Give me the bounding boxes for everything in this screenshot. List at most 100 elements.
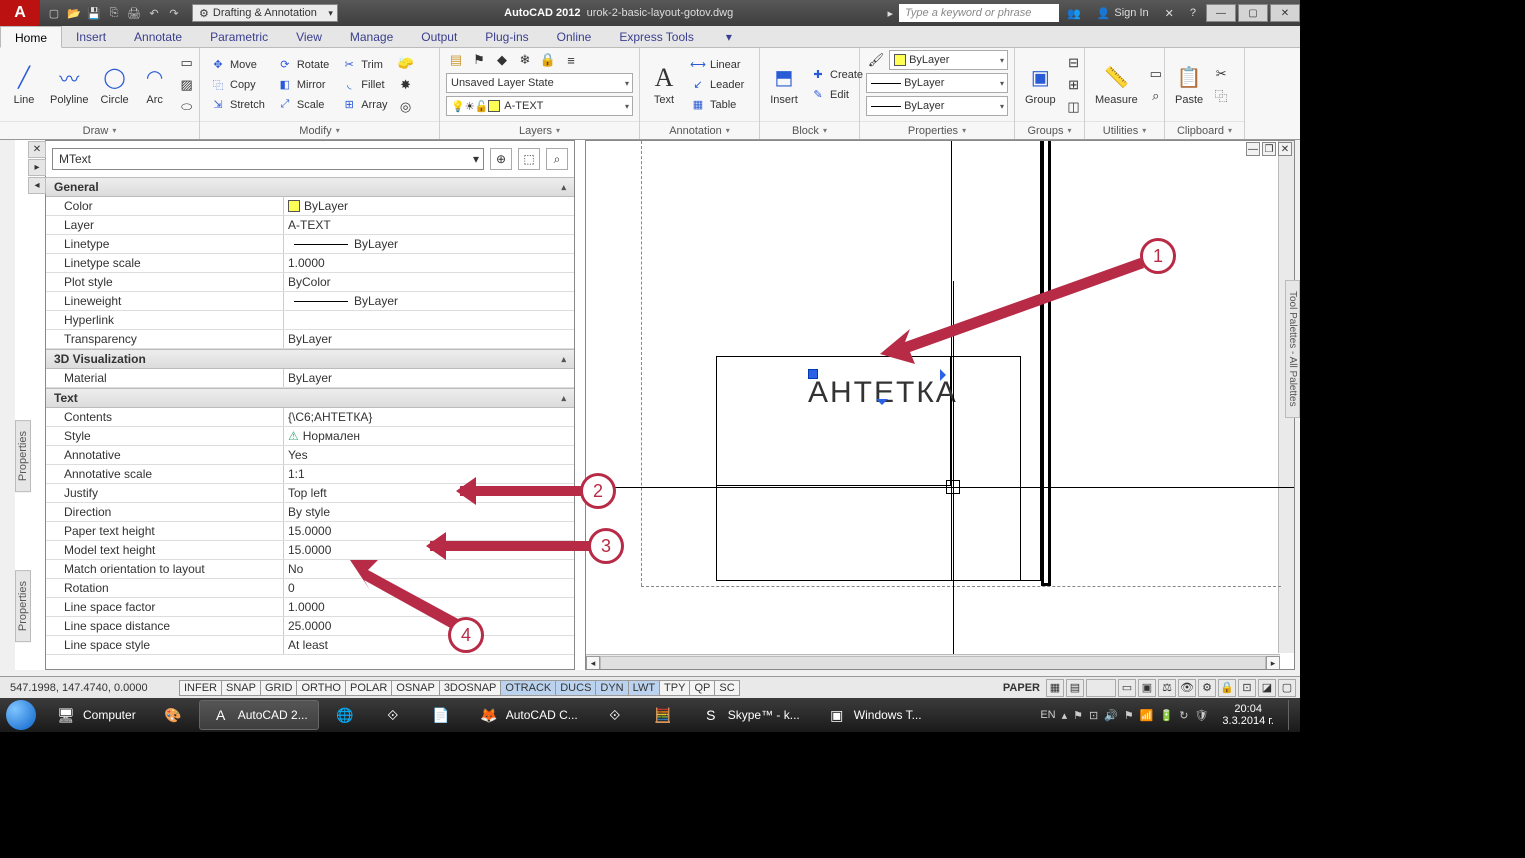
create-block-tool[interactable]: ✚Create	[806, 66, 867, 84]
minimize-button[interactable]: —	[1206, 4, 1236, 22]
prop-value[interactable]: ByLayer	[284, 330, 574, 348]
app-menu-button[interactable]: A	[0, 0, 40, 26]
redo-icon[interactable]: ↷	[166, 5, 182, 21]
tab-parametric[interactable]: Parametric	[196, 26, 282, 47]
tray-up-icon[interactable]: ▴	[1062, 709, 1068, 722]
taskbar-item[interactable]: ⟐	[593, 700, 637, 730]
model-icon[interactable]: ▦	[1046, 679, 1064, 697]
polyline-tool[interactable]: 〰Polyline	[46, 62, 93, 108]
toggle-snap[interactable]: SNAP	[221, 680, 261, 696]
group-bbox-tool[interactable]: ◫	[1064, 97, 1084, 117]
group-tool[interactable]: ▣Group	[1021, 62, 1060, 108]
properties-tab-vertical[interactable]: Properties	[15, 420, 31, 492]
saveas-icon[interactable]: ⎘	[106, 5, 122, 21]
title-expand-icon[interactable]: ▸	[881, 7, 899, 20]
tray-shield-icon[interactable]: 🛡	[1194, 709, 1208, 722]
hatch-tool[interactable]: ▨	[177, 75, 197, 95]
isolate-icon[interactable]: ◪	[1258, 679, 1276, 697]
hardware-icon[interactable]: ⊡	[1238, 679, 1256, 697]
table-tool[interactable]: ▦Table	[686, 96, 748, 114]
layer-freeze-button[interactable]: ❄	[515, 50, 535, 70]
tab-express-tools[interactable]: Express Tools	[605, 26, 707, 47]
tab-view[interactable]: View	[282, 26, 336, 47]
prop-value[interactable]: ⚠Нормален	[284, 427, 574, 445]
mirror-tool[interactable]: ◧Mirror	[273, 76, 333, 94]
start-button[interactable]	[0, 698, 42, 732]
insert-tool[interactable]: ⬒Insert	[766, 62, 802, 108]
qvlayout-icon[interactable]: ▣	[1138, 679, 1156, 697]
prop-value[interactable]: By style	[284, 503, 574, 521]
edit-block-tool[interactable]: ✎Edit	[806, 86, 867, 104]
ungroup-tool[interactable]: ⊟	[1064, 53, 1084, 73]
toggle-osnap[interactable]: OSNAP	[391, 680, 440, 696]
print-icon[interactable]: 🖨	[126, 5, 142, 21]
annovis-icon[interactable]: 👁	[1178, 679, 1196, 697]
grid-icon[interactable]: ▤	[1066, 679, 1084, 697]
prop-value[interactable]: ByLayer	[284, 197, 574, 215]
prop-value[interactable]: ByColor	[284, 273, 574, 291]
lang-indicator[interactable]: EN	[1040, 709, 1055, 721]
tab-output[interactable]: Output	[407, 26, 471, 47]
tab-home[interactable]: Home	[0, 26, 62, 48]
leader-tool[interactable]: ↙Leader	[686, 76, 748, 94]
ellipse-tool[interactable]: ⬭	[177, 97, 197, 117]
panel-block-label[interactable]: Block	[760, 121, 859, 139]
prop-value[interactable]: ByLayer	[284, 235, 574, 253]
show-desktop-button[interactable]	[1288, 700, 1296, 730]
lineweight-combo[interactable]: ByLayer	[866, 73, 1008, 93]
panel-groups-label[interactable]: Groups	[1015, 121, 1084, 139]
grip-bottom-arrow[interactable]	[876, 399, 888, 411]
scale-tool[interactable]: ⤢Scale	[273, 96, 333, 114]
doc-restore-button[interactable]: ❐	[1262, 142, 1276, 156]
panel-utilities-label[interactable]: Utilities	[1085, 121, 1164, 139]
doc-min-button[interactable]: —	[1246, 142, 1260, 156]
toggle-pickadd-button[interactable]: ⊕	[490, 148, 512, 170]
prop-value[interactable]: 1:1	[284, 465, 574, 483]
undo-icon[interactable]: ↶	[146, 5, 162, 21]
lock-ui-icon[interactable]: 🔒	[1218, 679, 1236, 697]
layer-lock-button[interactable]: 🔒	[538, 50, 558, 70]
tray-action-icon[interactable]: ⚑	[1124, 709, 1134, 722]
section-general[interactable]: General	[46, 177, 574, 197]
autodesk360-button[interactable]: 👥	[1059, 0, 1089, 26]
palette-pin-icon[interactable]: ▸	[28, 159, 46, 176]
copy-clip-tool[interactable]: ⿻	[1211, 86, 1231, 106]
toggle-qp[interactable]: QP	[689, 680, 715, 696]
toggle-grid[interactable]: GRID	[260, 680, 298, 696]
fillet-tool[interactable]: ◟Fillet	[337, 76, 391, 94]
move-tool[interactable]: ✥Move	[206, 56, 269, 74]
object-type-combo[interactable]: MText	[52, 148, 484, 170]
arc-tool[interactable]: ◠Arc	[137, 62, 173, 108]
tab-insert[interactable]: Insert	[62, 26, 120, 47]
drawing-canvas[interactable]: АНТЕТКА ◂▸	[585, 140, 1295, 670]
toggle-ducs[interactable]: DUCS	[555, 680, 596, 696]
workspace-switcher[interactable]: ⚙ Drafting & Annotation	[192, 4, 338, 22]
tray-net-icon[interactable]: ⊡	[1089, 709, 1098, 722]
panel-modify-label[interactable]: Modify	[200, 121, 439, 139]
offset-tool[interactable]: ◎	[396, 97, 416, 117]
color-combo[interactable]: ByLayer	[889, 50, 1008, 70]
taskbar-item[interactable]: 🦊AutoCAD С...	[467, 700, 589, 730]
taskbar-clock[interactable]: 20:043.3.2014 г.	[1214, 703, 1282, 727]
rectangle-tool[interactable]: ▭	[177, 53, 197, 73]
copy-tool[interactable]: ⿻Copy	[206, 76, 269, 94]
signin-button[interactable]: 👤Sign In	[1089, 0, 1157, 26]
circle-tool[interactable]: ◯Circle	[97, 62, 133, 108]
explode-tool[interactable]: ✸	[396, 75, 416, 95]
layer-current-combo[interactable]: 💡☀🔓 A-TEXT	[446, 96, 633, 116]
close-button[interactable]: ✕	[1270, 4, 1300, 22]
erase-tool[interactable]: 🧽	[396, 53, 416, 73]
layer-state-combo[interactable]: Unsaved Layer State	[446, 73, 633, 93]
measure-tool[interactable]: 📏Measure	[1091, 62, 1142, 108]
stretch-tool[interactable]: ⇲Stretch	[206, 96, 269, 114]
grip-right-arrow[interactable]	[940, 369, 952, 381]
paste-tool[interactable]: 📋Paste	[1171, 62, 1207, 108]
palette-close-icon[interactable]: ✕	[28, 141, 46, 158]
open-icon[interactable]: 📂	[66, 5, 82, 21]
array-tool[interactable]: ⊞Array	[337, 96, 391, 114]
toggle-tpy[interactable]: TPY	[659, 680, 690, 696]
taskbar-item[interactable]: ⟐	[371, 700, 415, 730]
quickview-icon[interactable]: ▭	[1118, 679, 1136, 697]
new-icon[interactable]: ▢	[46, 5, 62, 21]
tray-flag-icon[interactable]: ⚑	[1073, 709, 1083, 722]
